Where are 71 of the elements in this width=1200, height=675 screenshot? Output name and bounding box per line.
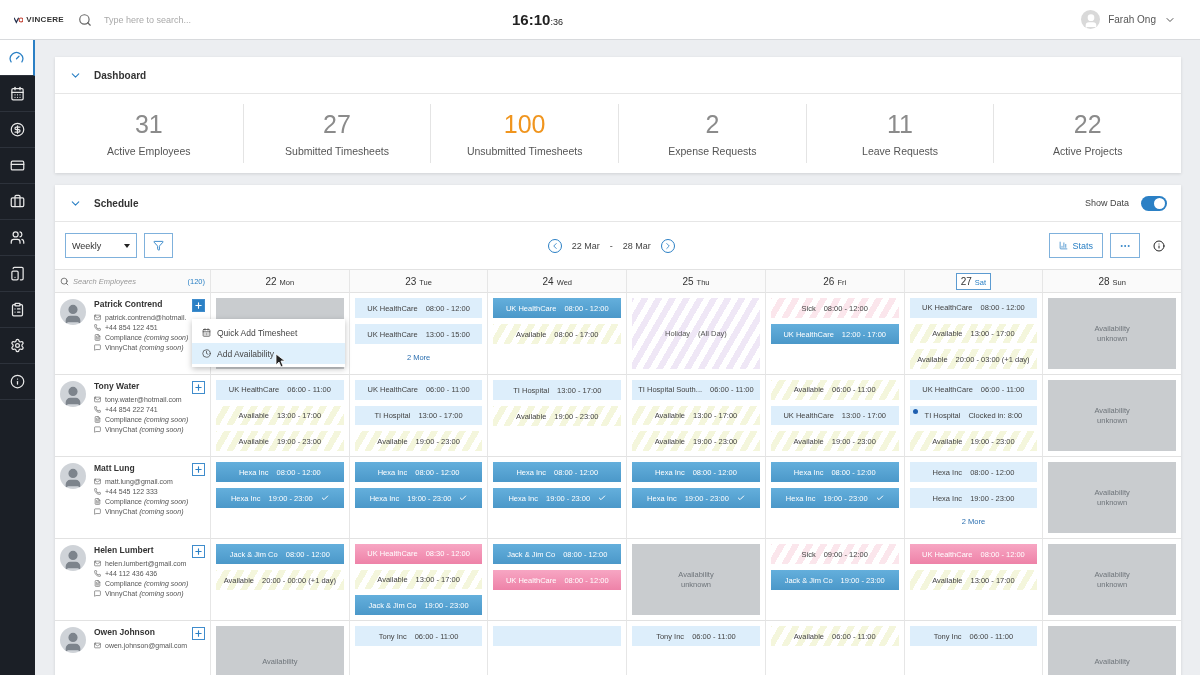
briefcase-icon [10, 194, 25, 209]
avatar-icon [60, 381, 86, 407]
add-button[interactable] [192, 299, 205, 312]
stat-label: Leave Requests [862, 145, 938, 157]
logo-text: VINCERE [26, 15, 64, 24]
logo-icon [14, 15, 24, 24]
employee-name: Owen Johnson [94, 627, 156, 637]
menu-item[interactable]: Quick Add Timesheet [192, 322, 345, 343]
employee-name: Patrick Contrend [94, 299, 164, 309]
card-icon [10, 158, 25, 173]
avatar-icon [60, 545, 86, 571]
add-button[interactable] [192, 463, 205, 476]
dollar-icon [10, 122, 25, 137]
date-separator: - [609, 240, 613, 251]
sidebar-item[interactable] [0, 40, 35, 76]
search-field[interactable]: Type here to search... [102, 13, 406, 26]
stat-label: Active Projects [1052, 145, 1123, 157]
avatar-icon [60, 463, 86, 489]
toggle-label: Show Data [1084, 198, 1129, 208]
clock-icon [202, 349, 211, 358]
plus-icon [194, 301, 203, 310]
stat-value: 31 [134, 110, 163, 139]
employee-name: Tony Water [94, 381, 141, 391]
stat-label: Submitted Timesheets [285, 145, 389, 157]
add-button[interactable] [192, 545, 205, 558]
employee-name: Helen Lumbert [94, 545, 155, 555]
card-title: Schedule [94, 197, 140, 209]
filter-button[interactable] [144, 233, 173, 258]
avatar-icon [60, 299, 86, 325]
add-button[interactable] [192, 381, 205, 394]
calendar-icon [10, 86, 25, 101]
gauge-icon [9, 50, 24, 65]
show-data-toggle[interactable] [1141, 195, 1167, 211]
calendar-icon [202, 328, 211, 337]
add-button[interactable] [192, 627, 205, 640]
filter-icon [153, 240, 164, 251]
menu-item[interactable]: Add Availability [192, 343, 345, 364]
clipboard-icon [10, 302, 25, 317]
avatar-icon [60, 627, 86, 653]
more-button[interactable] [1110, 233, 1140, 258]
clock: 16:10:36 [512, 11, 564, 28]
plus-icon [194, 383, 203, 392]
stat-value: 2 [705, 110, 720, 139]
plus-icon [194, 629, 203, 638]
search-icon [60, 277, 69, 286]
view-dropdown[interactable]: Weekly [65, 233, 137, 258]
info-icon [10, 374, 25, 389]
stat-value: 100 [503, 110, 546, 139]
stat-label: Expense Requests [668, 145, 757, 157]
avatar-icon [1081, 10, 1101, 29]
stat-value: 22 [1073, 110, 1102, 139]
stat-label: Unsubmitted Timesheets [466, 145, 583, 157]
users-icon [10, 230, 25, 245]
info-icon [1153, 239, 1165, 252]
date-text: 22 Mar [571, 240, 600, 251]
plus-icon [194, 547, 203, 556]
settings-icon [10, 338, 25, 353]
employee-name: Matt Lung [94, 463, 136, 473]
stats-button[interactable]: Stats [1049, 233, 1103, 258]
next-button[interactable] [660, 238, 675, 253]
bar-chart-icon [1059, 241, 1069, 250]
user-menu[interactable]: Farah Ong [1075, 9, 1182, 30]
stat-value: 27 [323, 110, 351, 139]
tablet-icon [10, 266, 25, 281]
search-icon [78, 12, 92, 27]
stat-value: 11 [887, 110, 913, 139]
plus-icon [194, 465, 203, 474]
stat-label: Active Employees [107, 145, 191, 157]
date-text: 28 Mar [622, 240, 651, 251]
card-title: Dashboard [94, 69, 148, 81]
previous-button[interactable] [547, 238, 562, 253]
